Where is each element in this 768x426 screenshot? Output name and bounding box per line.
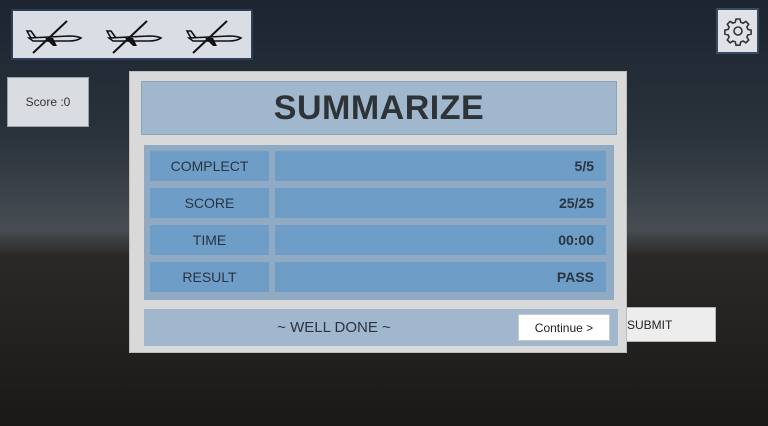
row-label: SCORE: [150, 188, 269, 218]
summary-dialog: SUMMARIZE COMPLECT 5/5 SCORE 25/25 TIME …: [129, 71, 627, 353]
settings-button[interactable]: [716, 8, 759, 54]
row-label: RESULT: [150, 262, 269, 292]
score-display: Score :0: [7, 77, 89, 127]
row-value: PASS: [275, 262, 606, 292]
dialog-footer: ~ WELL DONE ~ Continue >: [144, 309, 618, 346]
score-label: Score :0: [25, 95, 71, 109]
summary-row: RESULT PASS: [150, 262, 608, 292]
crossed-plane-icon: [25, 20, 83, 54]
submit-label: SUBMIT: [627, 317, 673, 332]
row-value: 5/5: [275, 151, 606, 181]
dialog-title: SUMMARIZE: [141, 81, 617, 135]
lives-panel: [11, 9, 253, 60]
summary-row: TIME 00:00: [150, 225, 608, 255]
row-label: TIME: [150, 225, 269, 255]
crossed-plane-icon: [185, 20, 243, 54]
row-value: 00:00: [275, 225, 606, 255]
summary-row: SCORE 25/25: [150, 188, 608, 218]
continue-label: Continue >: [534, 320, 594, 335]
summary-row: COMPLECT 5/5: [150, 151, 608, 181]
result-message: ~ WELL DONE ~: [277, 319, 391, 336]
submit-button[interactable]: SUBMIT: [612, 307, 716, 342]
row-value: 25/25: [275, 188, 606, 218]
crossed-plane-icon: [105, 20, 163, 54]
gear-icon: [723, 18, 752, 46]
row-label: COMPLECT: [150, 151, 269, 181]
summary-table: COMPLECT 5/5 SCORE 25/25 TIME 00:00 RESU…: [144, 145, 614, 300]
continue-button[interactable]: Continue >: [518, 314, 610, 341]
